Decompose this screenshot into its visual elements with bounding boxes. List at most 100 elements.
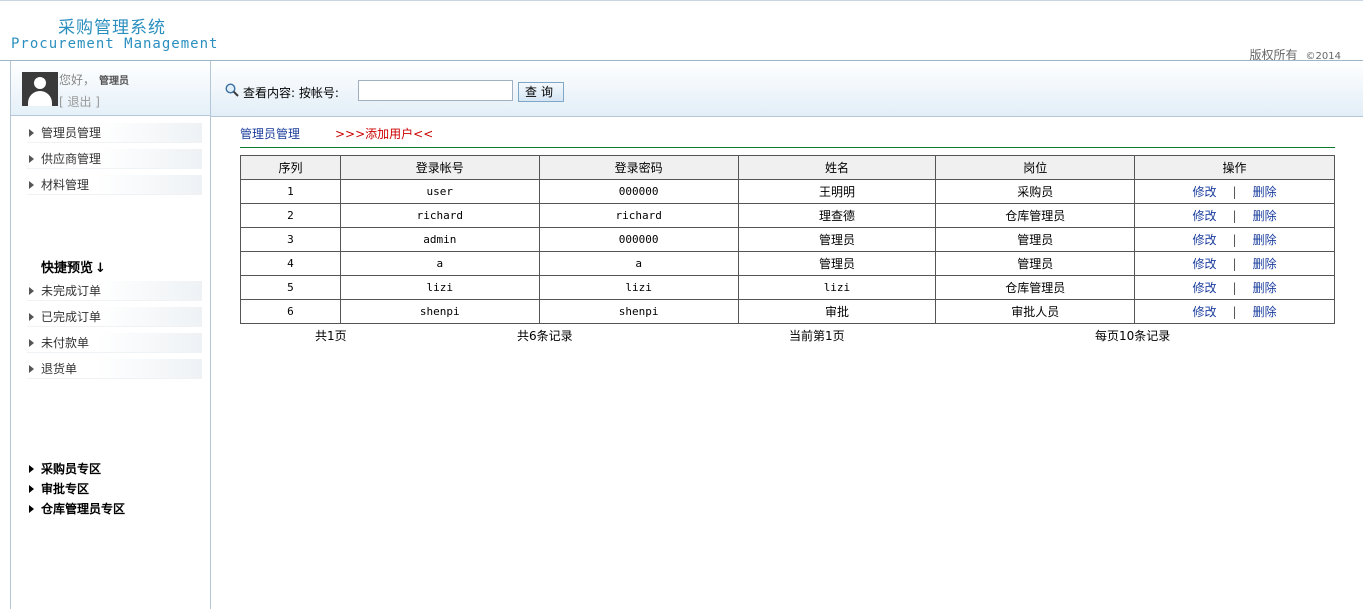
delete-link[interactable]: 删除: [1253, 305, 1277, 319]
magnifier-icon: [225, 83, 239, 97]
content-divider: [240, 147, 1335, 148]
cell-actions: 修改 | 删除: [1134, 227, 1335, 252]
breadcrumb-admin-management[interactable]: 管理员管理: [240, 125, 300, 142]
cell-name: 王明明: [737, 179, 937, 204]
cell-post: 仓库管理员: [935, 275, 1136, 300]
app-root: 采购管理系统 Procurement Management 版权所有 ©2014 …: [0, 0, 1363, 609]
sidebar-item-label: 未付款单: [41, 336, 90, 350]
sidebar-zone-warehouse[interactable]: 仓库管理员专区: [27, 500, 125, 518]
sidebar-zone-label: 审批专区: [41, 482, 90, 496]
edit-link[interactable]: 修改: [1193, 233, 1217, 247]
search-bar: 查看内容: 按帐号: 查询: [211, 61, 1363, 117]
avatar-body: [28, 91, 52, 106]
sidebar-item-admin-management[interactable]: 管理员管理: [27, 123, 202, 143]
cell-account: user: [339, 179, 540, 204]
delete-link[interactable]: 删除: [1253, 185, 1277, 199]
sidebar-item-return-orders[interactable]: 退货单: [27, 359, 202, 379]
cell-password: a: [538, 251, 739, 276]
edit-link[interactable]: 修改: [1193, 305, 1217, 319]
avatar: [22, 72, 58, 106]
cell-actions: 修改 | 删除: [1134, 203, 1335, 228]
sidebar: 您好， 管理员 [ 退出 ] 管理员管理 供应商管理 材料管理 快捷预览 ↓ 未完成…: [10, 61, 211, 609]
cell-no: 3: [240, 227, 341, 252]
column-header-name: 姓名: [737, 155, 937, 180]
table-row: 5 lizi lizi lizi 仓库管理员 修改 | 删除: [240, 275, 1335, 300]
cell-actions: 修改 | 删除: [1134, 275, 1335, 300]
cell-name: 审批: [737, 299, 937, 324]
table-row: 1 user 000000 王明明 采购员 修改 | 删除: [240, 179, 1335, 204]
action-separator: |: [1232, 185, 1237, 199]
cell-post: 管理员: [935, 251, 1136, 276]
cell-account: admin: [339, 227, 540, 252]
triangle-right-icon: [29, 129, 34, 137]
cell-post: 管理员: [935, 227, 1136, 252]
sidebar-item-supplier-management[interactable]: 供应商管理: [27, 149, 202, 169]
column-header-actions: 操作: [1134, 155, 1335, 180]
column-header-no: 序列: [240, 155, 341, 180]
add-user-link[interactable]: >>>添加用户<<: [335, 125, 433, 142]
sidebar-item-label: 供应商管理: [41, 152, 102, 166]
table-row: 3 admin 000000 管理员 管理员 修改 | 删除: [240, 227, 1335, 252]
triangle-right-icon: [29, 365, 34, 373]
query-button[interactable]: 查询: [518, 82, 564, 102]
cell-password: 000000: [538, 227, 739, 252]
table-header-row: 序列 登录帐号 登录密码 姓名 岗位 操作: [240, 155, 1335, 180]
action-separator: |: [1232, 281, 1237, 295]
pager-per-page: 每页10条记录: [1095, 329, 1171, 343]
column-header-post: 岗位: [935, 155, 1136, 180]
cell-no: 4: [240, 251, 341, 276]
sidebar-item-incomplete-orders[interactable]: 未完成订单: [27, 281, 202, 301]
cell-no: 2: [240, 203, 341, 228]
user-panel: 您好， 管理员 [ 退出 ]: [11, 61, 210, 116]
sidebar-zone-purchaser[interactable]: 采购员专区: [27, 460, 101, 478]
delete-link[interactable]: 删除: [1253, 281, 1277, 295]
action-separator: |: [1232, 209, 1237, 223]
cell-no: 5: [240, 275, 341, 300]
triangle-right-icon: [29, 313, 34, 321]
triangle-right-icon: [29, 465, 34, 473]
cell-password: lizi: [538, 275, 739, 300]
cell-password: shenpi: [538, 299, 739, 324]
action-separator: |: [1232, 257, 1237, 271]
cell-no: 1: [240, 179, 341, 204]
logout-link[interactable]: [ 退出 ]: [59, 93, 100, 110]
cell-account: richard: [339, 203, 540, 228]
table-row: 6 shenpi shenpi 审批 审批人员 修改 | 删除: [240, 299, 1335, 324]
triangle-right-icon: [29, 505, 34, 513]
sidebar-item-label: 未完成订单: [41, 284, 102, 298]
cell-account: a: [339, 251, 540, 276]
edit-link[interactable]: 修改: [1193, 257, 1217, 271]
pager-current-page: 当前第1页: [789, 329, 845, 343]
table-row: 4 a a 管理员 管理员 修改 | 删除: [240, 251, 1335, 276]
search-label: 查看内容: 按帐号:: [243, 86, 339, 100]
sidebar-item-unpaid-orders[interactable]: 未付款单: [27, 333, 202, 353]
sidebar-item-label: 已完成订单: [41, 310, 102, 324]
pager-total-records: 共6条记录: [517, 329, 573, 343]
quick-preview-label: 快捷预览: [41, 261, 94, 276]
edit-link[interactable]: 修改: [1193, 281, 1217, 295]
column-header-account: 登录帐号: [339, 155, 540, 180]
cell-password: richard: [538, 203, 739, 228]
account-search-input[interactable]: [358, 80, 513, 101]
cell-actions: 修改 | 删除: [1134, 179, 1335, 204]
sidebar-item-material-management[interactable]: 材料管理: [27, 175, 202, 195]
avatar-head: [34, 77, 46, 89]
cell-no: 6: [240, 299, 341, 324]
sidebar-zone-label: 采购员专区: [41, 462, 102, 476]
edit-link[interactable]: 修改: [1193, 185, 1217, 199]
cell-post: 仓库管理员: [935, 203, 1136, 228]
edit-link[interactable]: 修改: [1193, 209, 1217, 223]
delete-link[interactable]: 删除: [1253, 257, 1277, 271]
sidebar-zone-approval[interactable]: 审批专区: [27, 480, 89, 498]
delete-link[interactable]: 删除: [1253, 209, 1277, 223]
delete-link[interactable]: 删除: [1253, 233, 1277, 247]
cell-password: 000000: [538, 179, 739, 204]
header: 采购管理系统 Procurement Management 版权所有 ©2014: [0, 1, 1363, 62]
quick-preview-title: 快捷预览 ↓: [41, 257, 106, 276]
triangle-right-icon: [29, 287, 34, 295]
cell-name: 管理员: [737, 251, 937, 276]
cell-name: 理查德: [737, 203, 937, 228]
cell-post: 审批人员: [935, 299, 1136, 324]
sidebar-item-completed-orders[interactable]: 已完成订单: [27, 307, 202, 327]
sidebar-zone-label: 仓库管理员专区: [41, 502, 126, 516]
